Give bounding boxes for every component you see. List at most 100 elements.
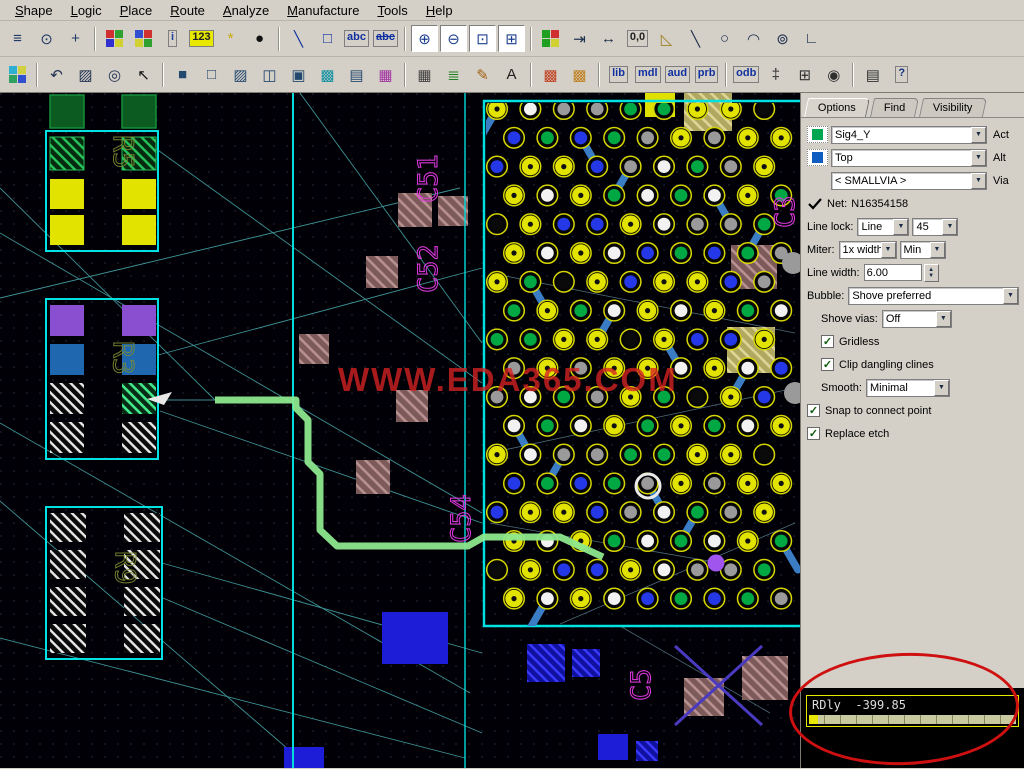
svg-text:C54: C54 — [446, 494, 477, 543]
chevron-down-icon[interactable]: ▼ — [880, 241, 896, 258]
shape-hatch-button[interactable]: ▨ — [72, 61, 99, 88]
clip-dangling-checkbox[interactable]: ✓ — [821, 358, 834, 371]
line-width-input[interactable] — [863, 264, 922, 281]
text-setup-button[interactable]: A — [498, 61, 525, 88]
help-button[interactable]: ? — [888, 61, 916, 88]
layer-stack-button[interactable]: ≣ — [440, 61, 467, 88]
color-edit-button[interactable]: ✎ — [469, 61, 496, 88]
miter-select[interactable]: 1x width ▼ — [838, 240, 897, 259]
spin-down-icon[interactable]: ▼ — [928, 273, 934, 279]
unrats-button[interactable]: ↶ — [43, 61, 70, 88]
unfix-button[interactable]: ▩ — [566, 61, 593, 88]
shape-checker-button[interactable]: ▦ — [372, 61, 399, 88]
slide-button[interactable]: ╲ — [682, 25, 709, 52]
miter-mode-select[interactable]: Min ▼ — [899, 240, 946, 259]
chevron-down-icon[interactable]: ▼ — [933, 379, 949, 396]
chevron-down-icon[interactable]: ▼ — [971, 172, 986, 189]
aud-button[interactable]: aud — [663, 61, 692, 88]
odb-button[interactable]: odb — [732, 61, 761, 88]
svg-text:R3: R3 — [107, 341, 140, 375]
active-class-select[interactable]: Sig4_Y ▼ — [831, 125, 987, 144]
shape-split-button[interactable]: ◫ — [256, 61, 283, 88]
menu-analyze[interactable]: Analyze — [214, 2, 278, 19]
zoom-points-button[interactable]: ⊡ — [469, 25, 496, 52]
via-select[interactable]: < SMALLVIA > ▼ — [831, 171, 987, 190]
zoom-glass-button[interactable]: ⊙ — [33, 25, 60, 52]
stretch-button[interactable]: ⇥ — [566, 25, 593, 52]
alt-class-select[interactable]: Top ▼ — [831, 148, 987, 167]
smooth-select[interactable]: Minimal ▼ — [865, 378, 950, 397]
color-board-button[interactable] — [537, 25, 564, 52]
origin-zero-button[interactable]: 0,0 — [624, 25, 651, 52]
prb-button[interactable]: prb — [693, 61, 721, 88]
alt-class-swatch — [807, 149, 828, 166]
gridless-checkbox[interactable]: ✓ — [821, 335, 834, 348]
drill-button[interactable]: ‡ — [762, 61, 790, 88]
info-button[interactable]: i — [159, 25, 186, 52]
add-line-button[interactable]: ╲ — [285, 25, 312, 52]
menu-route[interactable]: Route — [161, 2, 214, 19]
keyboard-button[interactable]: ▤ — [859, 61, 887, 88]
chevron-down-icon[interactable]: ▼ — [929, 241, 945, 258]
tab-find[interactable]: Find — [869, 98, 920, 117]
pcb-canvas[interactable]: R5 R3 R9 C51 C52 C54 C3 C5 WWW.EDA365.CO… — [0, 93, 800, 768]
menu-logic[interactable]: Logic — [62, 2, 111, 19]
fix-button[interactable]: ▩ — [537, 61, 564, 88]
line-lock-select[interactable]: Line ▼ — [857, 217, 910, 236]
snapshot-button[interactable]: ◉ — [820, 61, 848, 88]
pointer-button[interactable]: ↖ — [130, 61, 157, 88]
chevron-down-icon[interactable]: ▼ — [935, 310, 951, 327]
shape-hatched-button[interactable]: ▨ — [227, 61, 254, 88]
color-priority-button[interactable] — [130, 25, 157, 52]
snap-checkbox[interactable]: ✓ — [807, 404, 820, 417]
testprep-button[interactable]: ⊞ — [791, 61, 819, 88]
donut-button[interactable]: ◎ — [101, 61, 128, 88]
circle-button[interactable]: ○ — [711, 25, 738, 52]
add-rect-button[interactable]: □ — [314, 25, 341, 52]
shape-window-button[interactable]: ▣ — [285, 61, 312, 88]
coordinate-readout: RDly -399.85 — [812, 698, 906, 712]
chevron-down-icon[interactable]: ▼ — [1003, 287, 1018, 304]
world-view-button[interactable] — [4, 61, 31, 88]
replace-etch-checkbox[interactable]: ✓ — [807, 427, 820, 440]
mdl-button[interactable]: mdl — [634, 61, 662, 88]
shape-filled-button[interactable]: ■ — [169, 61, 196, 88]
menu-shape[interactable]: Shape — [6, 2, 62, 19]
chevron-down-icon[interactable]: ▼ — [893, 218, 909, 235]
line-width-spinner[interactable]: ▲ ▼ — [923, 263, 939, 282]
angle-button[interactable]: ∟ — [798, 25, 825, 52]
tab-options[interactable]: Options — [803, 98, 870, 117]
chevron-down-icon[interactable]: ▼ — [971, 126, 986, 143]
chevron-down-icon[interactable]: ▼ — [971, 149, 986, 166]
menu-place[interactable]: Place — [111, 2, 162, 19]
shape-lines-button[interactable]: ▤ — [343, 61, 370, 88]
menu-manufacture[interactable]: Manufacture — [278, 2, 368, 19]
lib-button[interactable]: lib — [605, 61, 632, 88]
shape-outline-button[interactable]: □ — [198, 61, 225, 88]
highlight-button[interactable]: * — [217, 25, 244, 52]
move-target-button[interactable]: + — [62, 25, 89, 52]
spacing-button[interactable]: ↔ — [595, 25, 622, 52]
spin-button[interactable]: ⊚ — [769, 25, 796, 52]
svg-text:C5: C5 — [626, 668, 657, 701]
color-dialog-button[interactable] — [101, 25, 128, 52]
add-text-button[interactable]: abc — [343, 25, 370, 52]
zoom-fit-button[interactable]: ⊞ — [498, 25, 525, 52]
delete-text-button[interactable]: abc — [372, 25, 399, 52]
grid-toggle-button[interactable]: ▦ — [411, 61, 438, 88]
bubble-select[interactable]: Shove preferred ▼ — [848, 286, 1019, 305]
label-123-button[interactable]: 123 — [188, 25, 215, 52]
chevron-down-icon[interactable]: ▼ — [942, 218, 958, 235]
arc-button[interactable]: ◠ — [740, 25, 767, 52]
menu-tools[interactable]: Tools — [368, 2, 416, 19]
shape-cyan-button[interactable]: ▩ — [314, 61, 341, 88]
dock-handle-icon[interactable]: ≡ — [4, 25, 31, 52]
zoom-out-button[interactable]: ⊖ — [440, 25, 467, 52]
zoom-in-button[interactable]: ⊕ — [411, 25, 438, 52]
shove-vias-select[interactable]: Off ▼ — [881, 309, 952, 328]
tab-visibility[interactable]: Visibility — [919, 98, 987, 117]
menu-help[interactable]: Help — [417, 2, 462, 19]
dehighlight-button[interactable]: ● — [246, 25, 273, 52]
line-lock-angle-select[interactable]: 45 ▼ — [912, 217, 959, 236]
measure-triangle-button[interactable]: ◺ — [653, 25, 680, 52]
